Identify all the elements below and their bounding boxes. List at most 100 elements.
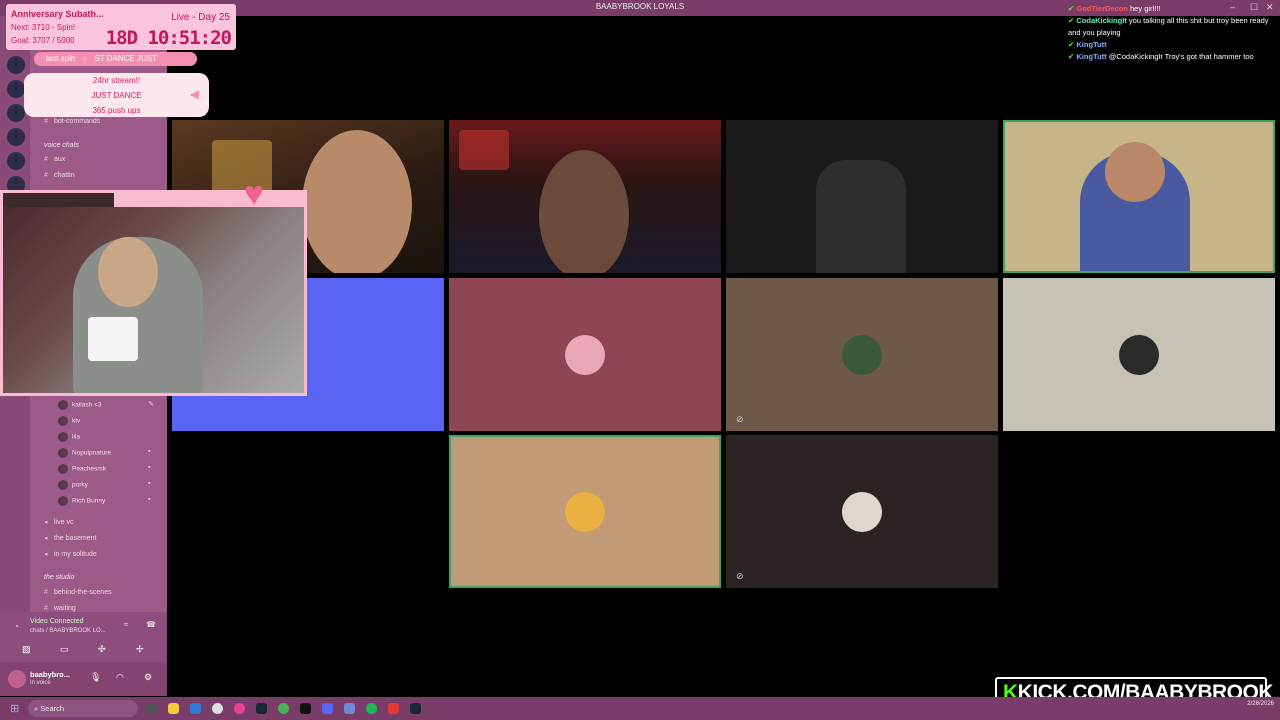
soundboard-icon[interactable]: ✢ [136,644,144,655]
chrome-icon[interactable] [278,703,289,714]
server-icon[interactable] [7,104,25,122]
voice-user[interactable]: kailash <3 ✎ [58,400,154,410]
server-icon[interactable] [7,152,25,170]
muted-icon: ⊘ [736,414,744,424]
spin-wheel-list: 24hr stream!! JUST DANCE 365 push ups ◀ [24,73,209,117]
user-panel: baabybro... In voice 🎙 ◠ ⚙ [0,662,167,696]
obs-icon[interactable] [212,703,223,714]
user-status: In voice [30,680,51,686]
video-tile-speaking[interactable] [449,435,721,588]
app-icon[interactable] [388,703,399,714]
voice-user[interactable]: Nopulpnature ▪ [58,448,150,458]
next-goal: Next: 3710 - Spin! [11,23,76,32]
video-tile[interactable] [449,120,721,273]
chat-message: ✔ GodTierDecon hey girl!!! [1068,4,1161,13]
disconnect-icon[interactable]: ☎ [146,620,156,629]
muted-icon: ⊘ [736,571,744,581]
task-view-icon[interactable] [146,703,157,714]
avatar [1119,334,1159,375]
clock[interactable]: 2/26/2026 [1247,700,1274,708]
participant-video [302,130,412,273]
webcam-video [3,207,304,393]
participant-face [1105,142,1165,202]
voice-channel-aux[interactable]: # aux [44,156,65,163]
subathon-timer: 18D 10:51:20 [105,27,232,49]
app-icon[interactable] [344,703,355,714]
voice-user[interactable]: Peachesmk ▪ [58,464,150,474]
channel-solitude[interactable]: ◂ in my solitude [44,550,97,558]
subathon-title: Anniversary Subath... [11,9,104,19]
signal-icon: ◔ [14,622,19,631]
voice-user[interactable]: lila [58,432,80,442]
tiktok-icon[interactable] [300,703,311,714]
streamer-head [98,237,158,307]
screen: BAABYBROOK LOYALS – ☐ ✕ # bot-commands vo… [0,0,1280,720]
avatar [842,334,882,375]
channel-live-vc[interactable]: ◂ live vc [44,518,73,526]
voice-channel-chattin[interactable]: # chattin [44,172,75,179]
avatar [565,334,605,375]
streamer-webcam [0,190,307,396]
folder-icon[interactable] [190,703,201,714]
goal-progress: Goal: 3707 / 5000 [11,36,75,45]
server-icon[interactable] [7,56,25,74]
server-icon[interactable] [7,80,25,98]
file-explorer-icon[interactable] [168,703,179,714]
discord-icon[interactable] [322,703,333,714]
heart-icon: ♥ [243,175,265,213]
mic-icon[interactable]: 🎙 [90,672,101,683]
channel-waiting[interactable]: # waiting [44,605,76,612]
wheel-pointer-icon: ◀ [189,87,199,101]
camera-off-icon[interactable]: ▨ [22,644,31,655]
channel-bot-commands[interactable]: # bot-commands [44,118,100,125]
chat-message: ✔ KingTutt [1068,40,1107,49]
studio-category[interactable]: the studio [44,574,74,581]
channel-basement[interactable]: ◂ the basement [44,534,96,542]
video-tile[interactable]: ⊘ [726,278,998,431]
voice-user[interactable]: Rich Bunny ▪ [58,496,150,506]
settings-icon[interactable]: ⚙ [144,672,152,683]
avatar[interactable] [8,670,26,688]
voice-user[interactable]: porky ▪ [58,480,150,490]
screen-share-icon[interactable]: ▭ [60,644,69,655]
video-tile[interactable] [449,278,721,431]
taskbar: ⊞ ⌕ Search 2/26/2026 [0,697,1280,720]
video-tile[interactable]: ⊘ [726,435,998,588]
app-icon[interactable] [234,703,245,714]
spotify-icon[interactable] [366,703,377,714]
video-tile[interactable] [1003,278,1275,431]
chevron-right-icon: › [83,54,87,63]
participant-video [816,160,906,273]
mug [88,317,138,361]
wheel-item: 365 push ups [92,106,141,115]
subathon-widget: Anniversary Subath... Next: 3710 - Spin!… [6,4,236,50]
voice-channel-path: chats / BAABYBROOK LO... [30,628,106,634]
taskbar-search[interactable]: ⌕ Search [28,700,138,717]
background-arcade [459,130,509,170]
voice-status-text: Video Connected [30,618,84,625]
user-name: baabybro... [30,670,71,679]
wheel-item: JUST DANCE [91,91,142,100]
video-tile[interactable] [726,120,998,273]
chat-message: ✔ KingTutt @CodaKickingIt Troy's got tha… [1068,52,1254,61]
steam-icon[interactable] [256,703,267,714]
avatar [842,491,882,532]
activities-icon[interactable]: ✣ [98,644,106,655]
video-tile-speaking[interactable] [1003,120,1275,273]
voice-user[interactable]: ktv [58,416,80,426]
voice-category[interactable]: voice chats [44,142,79,149]
avatar [565,491,605,532]
voice-status-panel: Video Connected chats / BAABYBROOK LO...… [0,612,167,662]
wheel-item: 24hr stream!! [92,76,141,85]
chat-overlay: ✔ GodTierDecon hey girl!!! ✔ CodaKicking… [1068,3,1276,63]
noise-icon[interactable]: ≈ [124,620,128,629]
server-icon[interactable] [7,128,25,146]
channel-behind-scenes[interactable]: # behind-the-scenes [44,589,112,596]
headphones-icon[interactable]: ◠ [116,672,124,683]
participant-video [539,150,629,273]
steam-icon[interactable] [410,703,421,714]
live-day: Live - Day 25 [171,12,230,23]
windows-start-icon[interactable]: ⊞ [10,702,19,715]
chat-message: ✔ CodaKickingIt you talking all this shi… [1068,16,1269,37]
last-spin-ticker: last spin › ST DANCE JUST [34,52,197,66]
